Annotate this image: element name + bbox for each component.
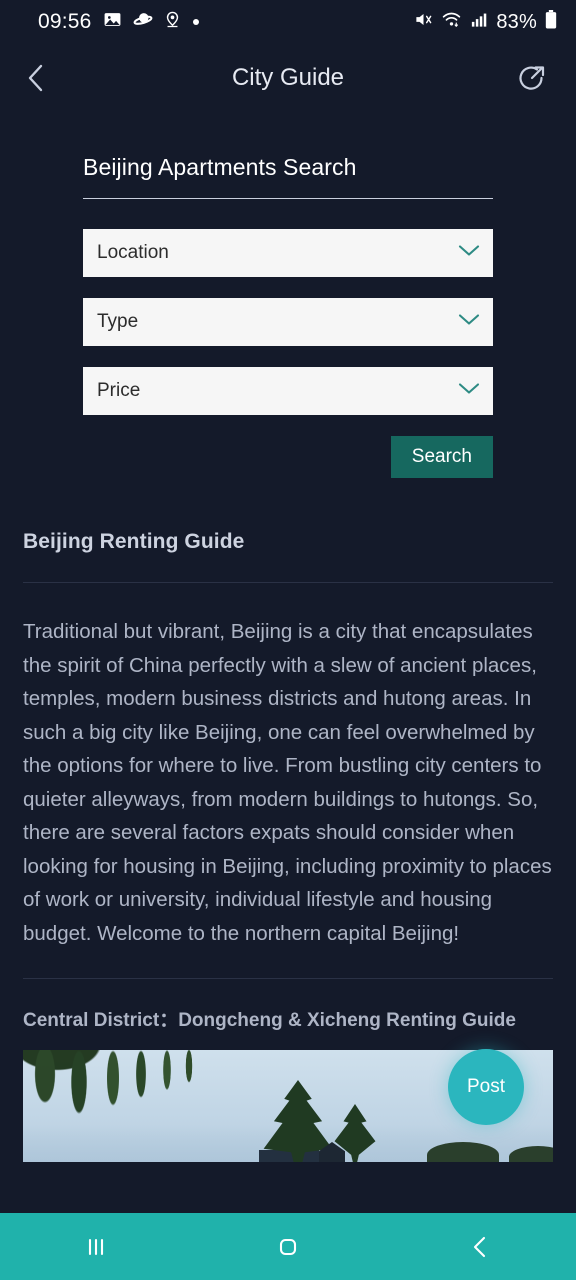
search-button[interactable]: Search <box>390 436 493 478</box>
back-icon <box>473 1236 486 1257</box>
saturn-icon <box>133 10 153 34</box>
guide-heading: Beijing Renting Guide <box>23 530 245 553</box>
status-clock: 09:56 <box>38 10 92 33</box>
divider <box>23 582 553 583</box>
chevron-down-icon <box>458 382 480 401</box>
post-fab-label: Post <box>466 1076 506 1097</box>
share-icon <box>519 66 545 90</box>
battery-icon <box>544 10 558 34</box>
status-bar-left: 09:56 <box>38 10 200 34</box>
back-button[interactable] <box>14 56 58 100</box>
home-icon <box>279 1238 297 1255</box>
location-select[interactable]: Location <box>83 229 493 277</box>
signal-icon <box>469 10 489 34</box>
battery-percent: 83% <box>496 10 537 33</box>
recents-button[interactable] <box>51 1213 141 1280</box>
mute-icon <box>413 10 434 34</box>
central-district-heading: Central District：Dongcheng & Xicheng Ren… <box>23 1010 516 1031</box>
search-card-title: Beijing Apartments Search <box>83 154 493 199</box>
type-select-label: Type <box>97 311 139 332</box>
willow-tree <box>23 1050 247 1162</box>
chevron-down-icon <box>458 244 480 263</box>
type-select[interactable]: Type <box>83 298 493 346</box>
guide-paragraph: Traditional but vibrant, Beijing is a ci… <box>23 620 552 945</box>
status-bar-right: 83% <box>413 10 558 34</box>
price-select[interactable]: Price <box>83 367 493 415</box>
price-select-label: Price <box>97 380 141 401</box>
home-button[interactable] <box>243 1213 333 1280</box>
nav-back-button[interactable] <box>435 1213 525 1280</box>
recents-icon <box>88 1238 104 1255</box>
location-select-label: Location <box>97 242 169 263</box>
app-bar: City Guide <box>0 44 576 112</box>
location-pin-icon <box>164 10 181 34</box>
bush-1 <box>427 1142 499 1162</box>
status-bar: 09:56 83% <box>0 0 576 44</box>
search-button-row: Search <box>83 436 493 478</box>
android-navigation-bar <box>0 1213 576 1280</box>
apartment-search-card: Beijing Apartments Search Location Type … <box>0 112 576 478</box>
chevron-left-icon <box>28 64 43 92</box>
content-area: Beijing Apartments Search Location Type … <box>0 112 576 1162</box>
post-fab-button[interactable]: Post <box>448 1049 524 1125</box>
chevron-down-icon <box>458 313 480 332</box>
share-button[interactable] <box>510 56 554 100</box>
page-title: City Guide <box>231 64 345 91</box>
renting-guide-section: Beijing Renting Guide Traditional but vi… <box>0 478 576 1032</box>
photo-icon <box>103 10 122 34</box>
dot-icon <box>192 13 200 31</box>
divider-2 <box>23 978 553 979</box>
wifi-icon <box>441 10 462 34</box>
